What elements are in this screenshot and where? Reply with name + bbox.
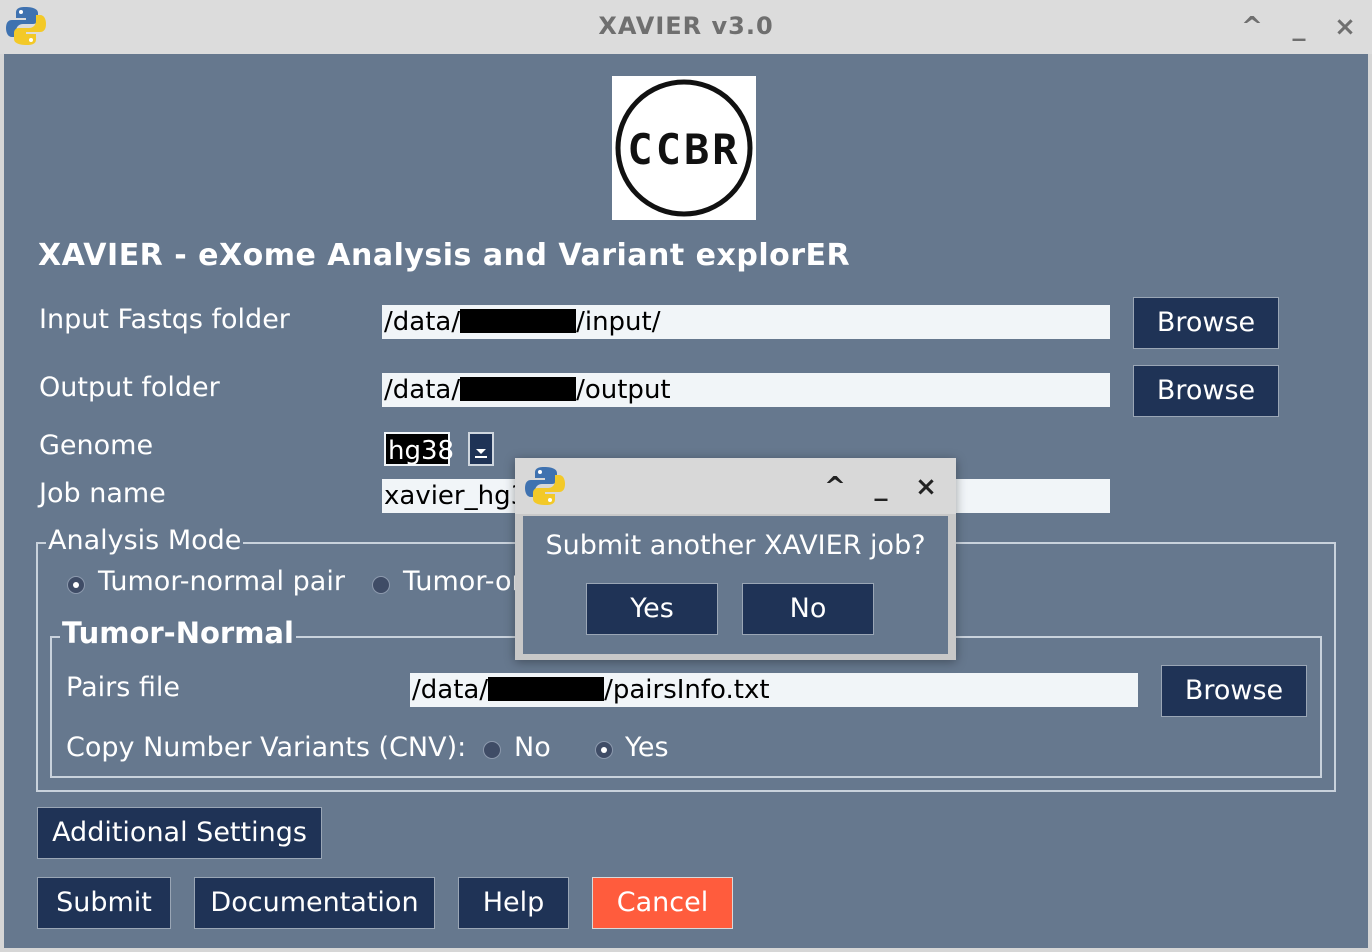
window-title: XAVIER v3.0 bbox=[598, 12, 774, 40]
dialog-maximize-button[interactable]: ^ bbox=[820, 472, 850, 502]
tumor-only-label: Tumor-or bbox=[403, 566, 523, 597]
dialog-minimize-button[interactable]: _ bbox=[866, 472, 896, 502]
cancel-button[interactable]: Cancel bbox=[592, 877, 733, 929]
ccbr-logo-text: CCBR bbox=[627, 125, 740, 174]
analysis-mode-title: Analysis Mode bbox=[46, 525, 244, 556]
input-path-prefix: /data/ bbox=[384, 307, 461, 337]
dialog-body: Submit another XAVIER job? Yes No bbox=[523, 516, 948, 654]
input-path-suffix: /input/ bbox=[576, 307, 661, 337]
pairs-file-field[interactable]: /data/ /pairsInfo.txt bbox=[410, 673, 1138, 707]
ccbr-logo-graphic: CCBR bbox=[615, 79, 753, 217]
pairs-path-prefix: /data/ bbox=[412, 675, 489, 705]
chevron-down-icon[interactable] bbox=[468, 432, 494, 466]
tumor-normal-label: Tumor-normal pair bbox=[98, 566, 345, 597]
confirm-dialog: ^ _ × Submit another XAVIER job? Yes No bbox=[515, 458, 956, 660]
cnv-yes-label: Yes bbox=[625, 732, 669, 763]
dialog-no-button[interactable]: No bbox=[742, 583, 874, 635]
tumor-normal-radio[interactable] bbox=[67, 576, 85, 594]
browse-output-button[interactable]: Browse bbox=[1133, 365, 1279, 417]
close-button[interactable]: × bbox=[1330, 10, 1360, 44]
tumor-normal-title: Tumor-Normal bbox=[60, 616, 296, 650]
redacted-block bbox=[488, 676, 605, 701]
redacted-block bbox=[460, 376, 577, 401]
submit-button[interactable]: Submit bbox=[37, 877, 171, 929]
output-path-suffix: /output bbox=[576, 375, 671, 405]
input-fastqs-field[interactable]: /data/ /input/ bbox=[382, 305, 1110, 339]
output-path-prefix: /data/ bbox=[384, 375, 461, 405]
cnv-label: Copy Number Variants (CNV): bbox=[66, 732, 467, 763]
genome-label: Genome bbox=[39, 430, 154, 461]
output-folder-label: Output folder bbox=[39, 372, 220, 403]
documentation-button[interactable]: Documentation bbox=[194, 877, 435, 929]
dialog-close-button[interactable]: × bbox=[911, 472, 941, 502]
pairs-path-suffix: /pairsInfo.txt bbox=[604, 675, 770, 705]
minimize-button[interactable]: _ bbox=[1284, 10, 1314, 44]
ccbr-logo: CCBR bbox=[612, 76, 756, 220]
tumor-only-radio[interactable] bbox=[372, 576, 390, 594]
dialog-titlebar: ^ _ × bbox=[515, 458, 956, 514]
dialog-yes-button[interactable]: Yes bbox=[586, 583, 718, 635]
genome-value: hg38 bbox=[384, 432, 454, 466]
job-name-label: Job name bbox=[39, 478, 166, 509]
pairs-file-label: Pairs file bbox=[66, 672, 180, 703]
maximize-button[interactable]: ^ bbox=[1237, 10, 1267, 44]
cnv-no-label: No bbox=[514, 732, 551, 763]
browse-input-button[interactable]: Browse bbox=[1133, 297, 1279, 349]
browse-pairs-button[interactable]: Browse bbox=[1161, 665, 1307, 717]
additional-settings-button[interactable]: Additional Settings bbox=[37, 807, 322, 859]
redacted-block bbox=[460, 308, 577, 333]
dialog-message: Submit another XAVIER job? bbox=[545, 530, 926, 561]
page-title: XAVIER - eXome Analysis and Variant expl… bbox=[38, 238, 851, 273]
window-titlebar: XAVIER v3.0 ^ _ × bbox=[0, 0, 1372, 54]
output-folder-field[interactable]: /data/ /output bbox=[382, 373, 1110, 407]
help-button[interactable]: Help bbox=[458, 877, 569, 929]
cnv-no-radio[interactable] bbox=[483, 741, 501, 759]
input-fastqs-label: Input Fastqs folder bbox=[39, 304, 290, 335]
python-logo-icon bbox=[525, 467, 565, 505]
cnv-yes-radio[interactable] bbox=[595, 741, 613, 759]
